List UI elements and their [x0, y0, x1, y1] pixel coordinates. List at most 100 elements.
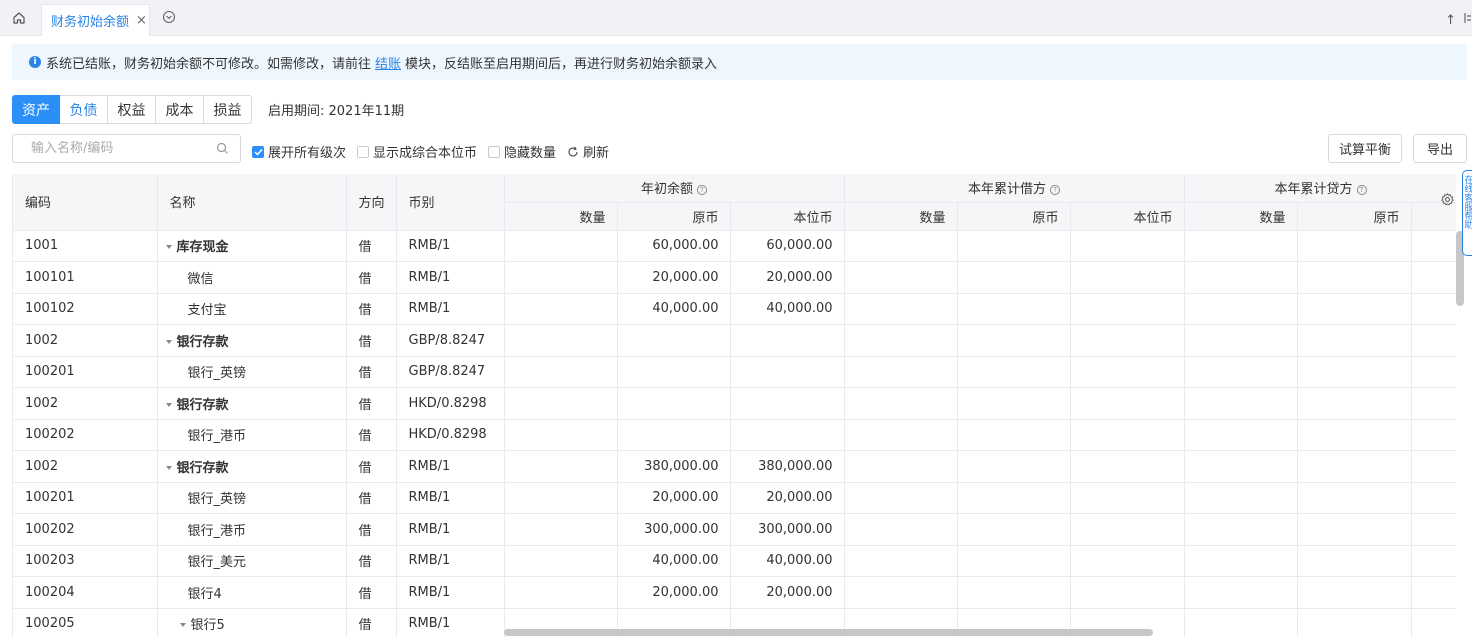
cell-credit-orig[interactable]	[1297, 545, 1412, 577]
col-currency[interactable]: 币别	[396, 174, 505, 231]
cell-credit-local[interactable]	[1411, 293, 1456, 325]
cell-credit-local[interactable]	[1411, 450, 1456, 483]
cell-debit-orig[interactable]	[957, 513, 1071, 546]
cell-credit-orig[interactable]	[1297, 261, 1412, 294]
cell-debit-local[interactable]	[1070, 230, 1185, 262]
cell-debit-orig[interactable]	[957, 387, 1071, 420]
arrow-up-icon[interactable]: ↑	[1445, 13, 1456, 28]
cell-debit-orig[interactable]	[957, 230, 1071, 262]
cell-opening-orig[interactable]: 300,000.00	[617, 513, 731, 546]
cell-credit-local[interactable]	[1411, 482, 1456, 514]
table-row[interactable]: 1001 库存现金 借 RMB/1 60,000.00 60,000.00	[13, 230, 1456, 262]
cell-debit-local[interactable]	[1070, 324, 1185, 357]
cell-credit-local[interactable]	[1411, 419, 1456, 451]
cell-credit-local[interactable]	[1411, 356, 1456, 388]
cell-opening-orig[interactable]: 20,000.00	[617, 261, 731, 294]
cell-credit-qty[interactable]	[1184, 261, 1298, 294]
cell-opening-orig[interactable]	[617, 324, 731, 357]
search-input[interactable]	[31, 141, 211, 156]
cell-opening-qty[interactable]	[504, 356, 618, 388]
cell-debit-qty[interactable]	[844, 230, 958, 262]
expand-triangle-icon[interactable]	[165, 245, 172, 250]
cell-credit-orig[interactable]	[1297, 230, 1412, 262]
cell-credit-qty[interactable]	[1184, 387, 1298, 420]
cell-debit-orig[interactable]	[957, 324, 1071, 357]
cell-opening-local[interactable]: 40,000.00	[730, 545, 845, 577]
cell-opening-qty[interactable]	[504, 419, 618, 451]
table-row[interactable]: 100203 银行_美元 借 RMB/1 40,000.00 40,000.00	[13, 545, 1456, 577]
cell-credit-orig[interactable]	[1297, 324, 1412, 357]
cell-opening-orig[interactable]: 20,000.00	[617, 482, 731, 514]
cell-opening-qty[interactable]	[504, 576, 618, 609]
cell-opening-local[interactable]: 40,000.00	[730, 293, 845, 325]
cell-debit-orig[interactable]	[957, 293, 1071, 325]
cell-credit-qty[interactable]	[1184, 356, 1298, 388]
cell-credit-qty[interactable]	[1184, 450, 1298, 483]
cell-opening-local[interactable]: 20,000.00	[730, 482, 845, 514]
cell-opening-orig[interactable]: 20,000.00	[617, 576, 731, 609]
cell-credit-local[interactable]	[1411, 608, 1456, 637]
cell-debit-local[interactable]	[1070, 482, 1185, 514]
col-name[interactable]: 名称	[157, 174, 347, 231]
cell-credit-qty[interactable]	[1184, 293, 1298, 325]
cell-opening-orig[interactable]	[617, 387, 731, 420]
expand-triangle-icon[interactable]	[165, 402, 172, 407]
table-row[interactable]: 100201 银行_英镑 借 RMB/1 20,000.00 20,000.00	[13, 482, 1456, 514]
help-icon[interactable]: ?	[697, 185, 708, 196]
refresh-button[interactable]: 刷新	[567, 142, 609, 161]
cell-credit-qty[interactable]	[1184, 324, 1298, 357]
tab-profit-loss[interactable]: 损益	[204, 95, 252, 124]
expand-triangle-icon[interactable]	[165, 465, 172, 470]
cell-opening-orig[interactable]: 40,000.00	[617, 545, 731, 577]
cell-credit-local[interactable]	[1411, 545, 1456, 577]
cell-opening-qty[interactable]	[504, 513, 618, 546]
cell-debit-orig[interactable]	[957, 545, 1071, 577]
cell-debit-qty[interactable]	[844, 293, 958, 325]
cell-credit-orig[interactable]	[1297, 293, 1412, 325]
cell-opening-local[interactable]	[730, 387, 845, 420]
help-icon[interactable]: ?	[1356, 185, 1367, 196]
cell-debit-qty[interactable]	[844, 419, 958, 451]
cell-credit-local[interactable]	[1411, 324, 1456, 357]
help-icon[interactable]: ?	[1050, 185, 1061, 196]
col-direction[interactable]: 方向	[346, 174, 397, 231]
cell-debit-qty[interactable]	[844, 482, 958, 514]
cell-credit-qty[interactable]	[1184, 482, 1298, 514]
table-row[interactable]: 100202 银行_港币 借 RMB/1 300,000.00 300,000.00	[13, 513, 1456, 546]
cell-credit-qty[interactable]	[1184, 608, 1298, 637]
cell-debit-local[interactable]	[1070, 356, 1185, 388]
cell-credit-orig[interactable]	[1297, 356, 1412, 388]
expand-all-checkbox[interactable]: 展开所有级次	[252, 142, 346, 161]
cell-debit-qty[interactable]	[844, 324, 958, 357]
show-local-currency-checkbox[interactable]: 显示成综合本位币	[357, 142, 477, 161]
cell-opening-qty[interactable]	[504, 293, 618, 325]
cell-debit-qty[interactable]	[844, 450, 958, 483]
cell-credit-local[interactable]	[1411, 387, 1456, 420]
cell-opening-qty[interactable]	[504, 482, 618, 514]
cell-opening-orig[interactable]	[617, 356, 731, 388]
table-row[interactable]: 1002 银行存款 借 RMB/1 380,000.00 380,000.00	[13, 450, 1456, 483]
table-row[interactable]: 100204 银行4 借 RMB/1 20,000.00 20,000.00	[13, 576, 1456, 609]
cell-opening-orig[interactable]: 40,000.00	[617, 293, 731, 325]
hide-quantity-checkbox[interactable]: 隐藏数量	[488, 142, 556, 161]
cell-credit-qty[interactable]	[1184, 230, 1298, 262]
cell-credit-qty[interactable]	[1184, 419, 1298, 451]
cell-opening-qty[interactable]	[504, 387, 618, 420]
cell-opening-local[interactable]	[730, 324, 845, 357]
cell-opening-local[interactable]: 20,000.00	[730, 576, 845, 609]
cell-debit-local[interactable]	[1070, 450, 1185, 483]
cell-debit-qty[interactable]	[844, 513, 958, 546]
cell-debit-local[interactable]	[1070, 261, 1185, 294]
cell-opening-local[interactable]: 20,000.00	[730, 261, 845, 294]
horizontal-scrollbar[interactable]	[504, 629, 1153, 636]
close-icon[interactable]: ×	[136, 13, 147, 28]
table-row[interactable]: 100201 银行_英镑 借 GBP/8.8247	[13, 356, 1456, 388]
cell-credit-qty[interactable]	[1184, 545, 1298, 577]
cell-debit-local[interactable]	[1070, 387, 1185, 420]
cell-opening-qty[interactable]	[504, 261, 618, 294]
trial-balance-button[interactable]: 试算平衡	[1328, 134, 1402, 163]
cell-debit-qty[interactable]	[844, 576, 958, 609]
export-button[interactable]: 导出	[1413, 134, 1467, 163]
cell-credit-orig[interactable]	[1297, 419, 1412, 451]
expand-triangle-icon[interactable]	[179, 623, 186, 628]
